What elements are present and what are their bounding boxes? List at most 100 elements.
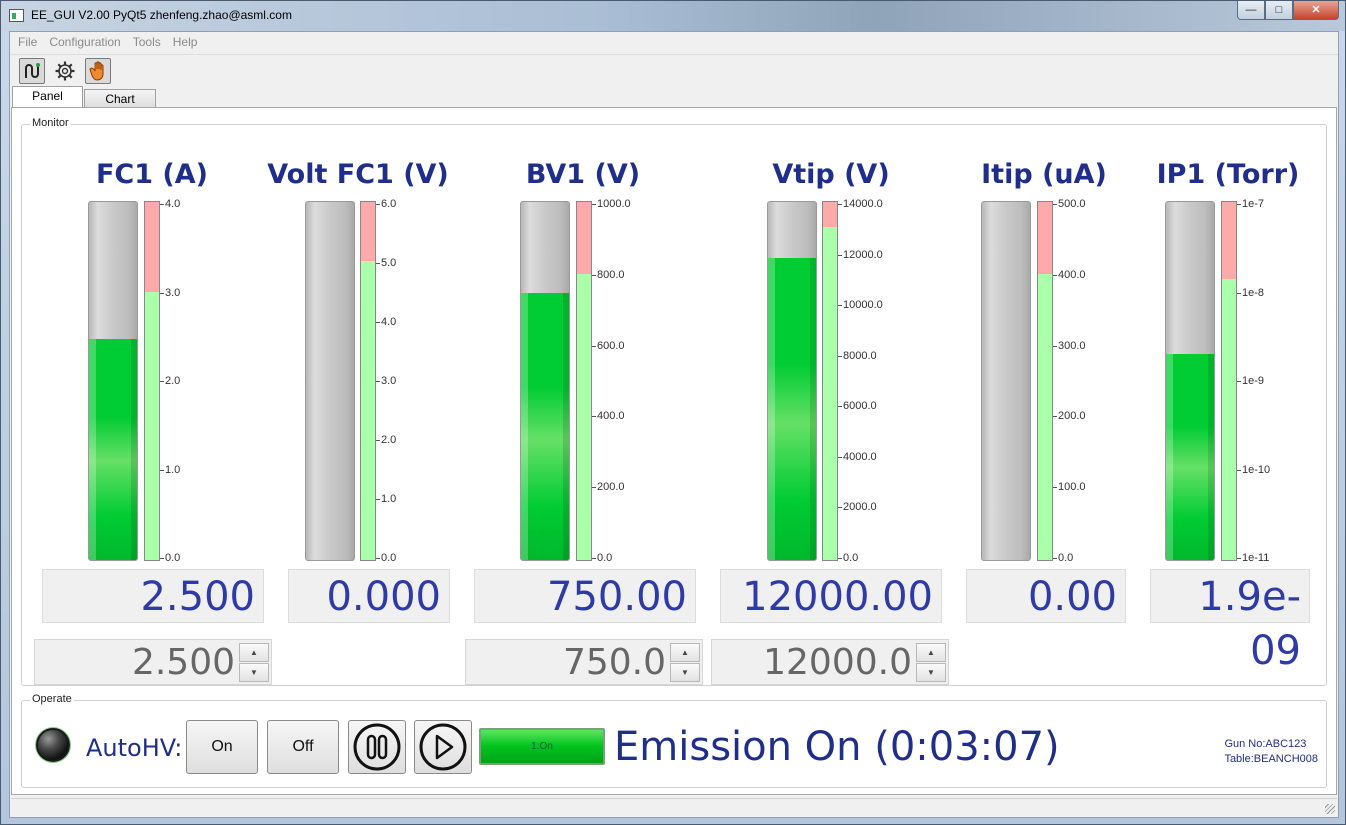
spin-up-arrow-icon[interactable]: ▲ (670, 643, 700, 662)
ip1-level-tube (1165, 201, 1215, 561)
vtip-tick-label: 8000.0 (838, 349, 877, 362)
fc1-tick-label: 0.0 (159, 552, 181, 564)
panel-tab-content: Monitor FC1 (A) 4.0 3.0 2.0 1.0 0.0 2.500 2.500… (11, 107, 1337, 795)
ip1-scale (1221, 201, 1237, 561)
on-button[interactable]: On (186, 720, 258, 774)
off-button[interactable]: Off (267, 720, 339, 774)
bv1-tick-label: 0.0 (591, 552, 613, 564)
vtip-level-fill (768, 257, 816, 560)
vtip-tick-label: 10000.0 (838, 299, 883, 312)
tab-panel[interactable]: Panel (12, 86, 83, 108)
settings-button[interactable] (52, 58, 78, 84)
monitor-group-title: Monitor (30, 117, 71, 129)
vtip-tick-label: 12000.0 (838, 248, 883, 261)
fc1-ok-band (145, 291, 159, 560)
vtip-tick-label: 14000.0 (838, 198, 883, 210)
voltfc1-tick-label: 2.0 (375, 434, 397, 446)
spin-down-arrow-icon[interactable]: ▼ (916, 663, 946, 682)
operate-group: Operate AutoHV: On Off 1:On Emission On … (21, 693, 1327, 788)
voltfc1-ok-band (361, 261, 375, 560)
maximize-button[interactable]: □ (1265, 1, 1293, 20)
voltfc1-tick-label: 3.0 (375, 375, 397, 387)
itip-alarm-band (1038, 202, 1052, 274)
fc1-setpoint-value[interactable]: 2.500 (35, 640, 235, 684)
ip1-tick-label: 1e-9 (1236, 375, 1265, 387)
bv1-setpoint-value[interactable]: 750.0 (466, 640, 666, 684)
emission-status-bar: 1:On (479, 728, 605, 765)
gun-number: Gun No:ABC123 (1224, 738, 1307, 750)
menu-configuration[interactable]: Configuration (45, 32, 124, 54)
bv1-scale (576, 201, 592, 561)
hand-tool-button[interactable] (85, 58, 111, 84)
operate-group-title: Operate (30, 693, 74, 705)
menu-file[interactable]: File (14, 32, 41, 54)
toolbar (10, 54, 1338, 86)
window-title: EE_GUI V2.00 PyQt5 zhenfeng.zhao@asml.co… (31, 8, 292, 22)
itip-ok-band (1038, 273, 1052, 560)
app-icon (9, 9, 24, 22)
voltfc1-scale (360, 201, 376, 561)
fc1-tick-label: 1.0 (159, 463, 181, 476)
ip1-level-fill (1166, 354, 1214, 560)
fc1-level-tube (88, 201, 138, 561)
hand-icon (89, 61, 104, 81)
fc1-readout: 2.500 (42, 569, 264, 623)
spin-up-arrow-icon[interactable]: ▲ (239, 643, 269, 662)
vtip-scale (822, 201, 838, 561)
bv1-setpoint-spinbox[interactable]: 750.0 ▲ ▼ (465, 639, 703, 685)
gear-icon (55, 61, 75, 81)
app-window: EE_GUI V2.00 PyQt5 zhenfeng.zhao@asml.co… (0, 0, 1346, 825)
vtip-tick-label: 6000.0 (838, 400, 877, 413)
itip-tick-label: 300.0 (1053, 339, 1086, 352)
voltfc1-tick-label: 6.0 (375, 198, 397, 210)
play-icon (419, 723, 467, 771)
play-button[interactable] (414, 720, 472, 774)
fc1-tick-label: 4.0 (159, 198, 181, 210)
minimize-button[interactable]: — (1237, 1, 1265, 20)
monitor-group: Monitor FC1 (A) 4.0 3.0 2.0 1.0 0.0 2.500 2.500… (21, 117, 1327, 686)
vtip-setpoint-spinbox[interactable]: 12000.0 ▲ ▼ (711, 639, 949, 685)
bv1-tick-label: 200.0 (592, 481, 625, 494)
voltfc1-readout: 0.000 (288, 569, 450, 623)
fc1-setpoint-spinbox[interactable]: 2.500 ▲ ▼ (34, 639, 272, 685)
bv1-tick-label: 1000.0 (592, 198, 631, 210)
pause-button[interactable] (348, 720, 406, 774)
ip1-tick-label: 1e-10 (1236, 463, 1271, 476)
resize-grip[interactable] (1325, 804, 1335, 814)
connect-icon (25, 63, 40, 78)
voltfc1-level-tube (305, 201, 355, 561)
tab-chart[interactable]: Chart (84, 89, 156, 108)
menu-help[interactable]: Help (169, 32, 202, 54)
bv1-title: BV1 (V) (525, 159, 641, 190)
spin-down-arrow-icon[interactable]: ▼ (239, 663, 269, 682)
fc1-tick-label: 3.0 (159, 286, 181, 299)
fc1-alarm-band (145, 202, 159, 292)
itip-readout: 0.00 (966, 569, 1126, 623)
itip-level-tube (981, 201, 1031, 561)
spin-up-arrow-icon[interactable]: ▲ (916, 643, 946, 662)
ip1-tick-label: 1e-11 (1236, 552, 1270, 564)
vtip-level-tube (767, 201, 817, 561)
voltfc1-alarm-band (361, 202, 375, 262)
bv1-alarm-band (577, 202, 591, 274)
ip1-readout: 1.9e-09 (1150, 569, 1310, 674)
title-bar[interactable]: EE_GUI V2.00 PyQt5 zhenfeng.zhao@asml.co… (1, 1, 1345, 31)
menu-tools[interactable]: Tools (129, 32, 165, 54)
itip-tick-label: 500.0 (1053, 198, 1086, 210)
bv1-ok-band (577, 273, 591, 560)
vtip-alarm-band (823, 202, 837, 228)
fc1-level-fill (89, 339, 137, 560)
vtip-tick-label: 2000.0 (838, 501, 877, 514)
spin-down-arrow-icon[interactable]: ▼ (670, 663, 700, 682)
vtip-title: Vtip (V) (772, 159, 890, 190)
bv1-level-fill (521, 293, 569, 560)
close-button[interactable]: ✕ (1293, 1, 1339, 20)
vtip-setpoint-value[interactable]: 12000.0 (712, 640, 912, 684)
bv1-level-tube (520, 201, 570, 561)
ip1-tick-label: 1e-7 (1236, 198, 1265, 210)
itip-scale (1037, 201, 1053, 561)
bv1-readout: 750.00 (474, 569, 696, 623)
connect-button[interactable] (19, 58, 45, 84)
voltfc1-tick-label: 0.0 (375, 552, 397, 564)
vtip-tick-label: 4000.0 (838, 450, 877, 463)
